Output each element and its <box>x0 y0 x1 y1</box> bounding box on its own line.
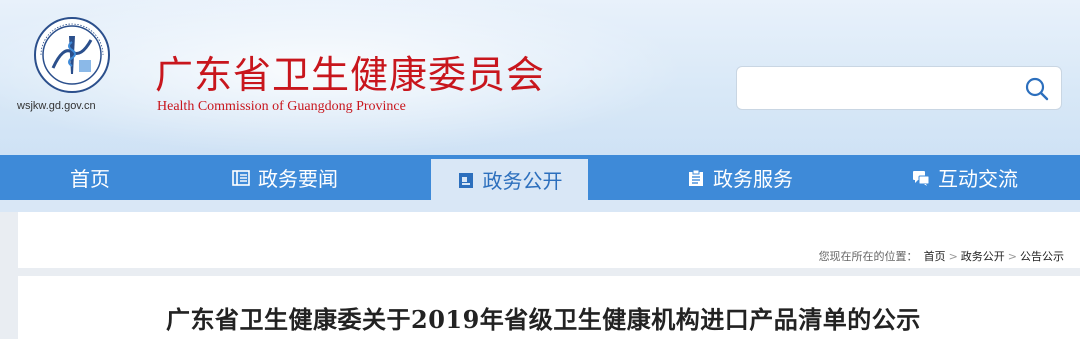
site-title[interactable]: 广东省卫生健康委员会 <box>155 44 545 99</box>
chat-icon <box>913 170 930 186</box>
nav-item-services[interactable]: 政务服务 <box>665 155 815 200</box>
nav-underline-strip <box>0 200 1080 212</box>
site-domain: wsjkw.gd.gov.cn <box>17 100 96 112</box>
breadcrumb-announcements[interactable]: 公告公示 <box>1020 250 1064 263</box>
breadcrumb: 您现在所在的位置： 首页 > 政务公开 > 公告公示 <box>819 248 1064 264</box>
clipboard-icon <box>689 169 703 186</box>
logo-emblem-icon[interactable] <box>33 16 111 94</box>
search-icon[interactable] <box>1023 75 1051 103</box>
nav-item-home[interactable]: 首页 <box>20 155 160 200</box>
breadcrumb-separator: > <box>1007 250 1017 263</box>
nav-item-label: 互动交流 <box>938 167 1018 191</box>
breadcrumb-home[interactable]: 首页 <box>924 250 946 263</box>
breadcrumb-bar: 您现在所在的位置： 首页 > 政务公开 > 公告公示 <box>18 212 1080 268</box>
breadcrumb-separator: > <box>948 250 958 263</box>
search-input[interactable] <box>747 75 1007 101</box>
nav-item-label: 政务要闻 <box>258 167 338 191</box>
search-box <box>736 66 1062 110</box>
nav-item-public-affairs[interactable]: 政务公开 <box>431 159 588 200</box>
article-panel: 广东省卫生健康委关于2019年省级卫生健康机构进口产品清单的公示 <box>18 276 1080 339</box>
folder-icon <box>458 172 473 188</box>
breadcrumb-public-affairs[interactable]: 政务公开 <box>961 250 1005 263</box>
nav-item-label: 政务服务 <box>713 167 793 191</box>
article-title: 广东省卫生健康委关于2019年省级卫生健康机构进口产品清单的公示 <box>166 305 921 334</box>
site-subtitle: Health Commission of Guangdong Province <box>157 99 406 114</box>
nav-item-interaction[interactable]: 互动交流 <box>890 155 1040 200</box>
site-header: wsjkw.gd.gov.cn 广东省卫生健康委员会 Health Commis… <box>0 0 1080 155</box>
nav-item-news[interactable]: 政务要闻 <box>210 155 360 200</box>
nav-item-label: 政务公开 <box>482 169 563 193</box>
news-list-icon <box>232 169 250 186</box>
nav-item-label: 首页 <box>70 167 110 191</box>
main-nav: 首页 政务要闻 政务公开 政务服务 互动交流 <box>0 155 1080 200</box>
breadcrumb-lead: 您现在所在的位置： <box>818 250 918 263</box>
